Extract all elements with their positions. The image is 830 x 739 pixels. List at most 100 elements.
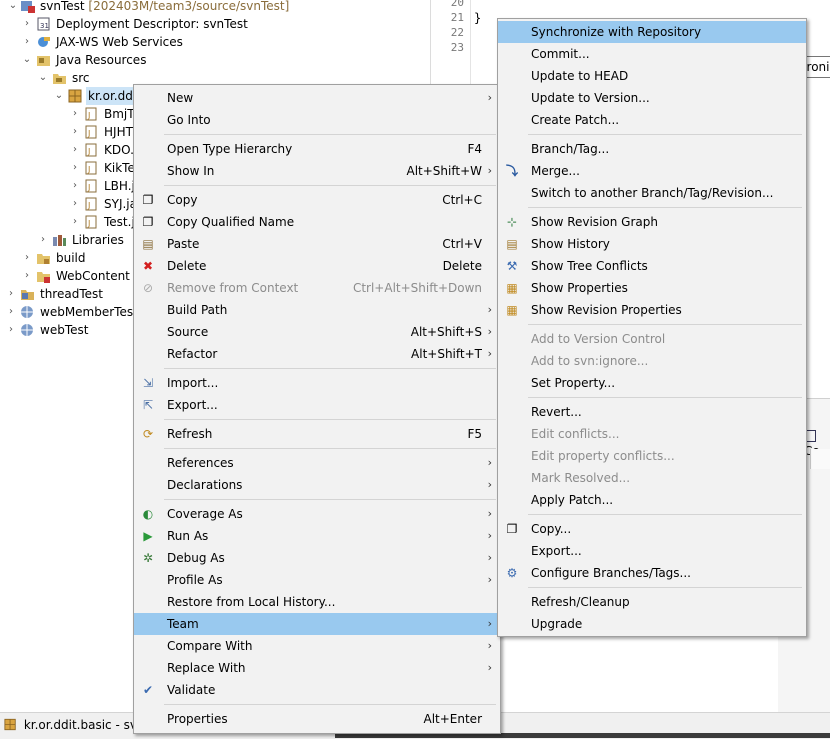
menu-validate[interactable]: ✔ Validate xyxy=(134,679,500,701)
team-revision-properties[interactable]: ▦ Show Revision Properties xyxy=(498,299,806,321)
tree-java-resources[interactable]: ⌄ Java Resources xyxy=(0,51,430,69)
menu-label: Compare With xyxy=(167,639,253,653)
team-add-svn-ignore[interactable]: Add to svn:ignore... xyxy=(498,350,806,372)
team-branch-tag[interactable]: Branch/Tag... xyxy=(498,138,806,160)
expand-toggle[interactable]: › xyxy=(70,123,80,141)
team-update-version[interactable]: Update to Version... xyxy=(498,87,806,109)
team-merge[interactable]: ⤵ Merge... xyxy=(498,160,806,182)
expand-toggle[interactable]: › xyxy=(38,231,48,249)
web-services-icon xyxy=(38,37,50,47)
menu-label: Refactor xyxy=(167,347,218,361)
menu-label: Show Properties xyxy=(531,281,628,295)
menu-remove-from-context[interactable]: ⊘ Remove from Context Ctrl+Alt+Shift+Down xyxy=(134,277,500,299)
menu-separator xyxy=(164,499,496,500)
expand-toggle[interactable]: › xyxy=(22,267,32,285)
tree-jaxws[interactable]: › JAX-WS Web Services xyxy=(0,33,430,51)
expand-toggle[interactable]: › xyxy=(22,249,32,267)
expand-toggle[interactable]: › xyxy=(70,105,80,123)
team-edit-property-conflicts[interactable]: Edit property conflicts... xyxy=(498,445,806,467)
menu-shortcut: Ctrl+Alt+Shift+Down xyxy=(352,281,482,295)
expand-toggle[interactable]: › xyxy=(70,213,80,231)
svg-text:31: 31 xyxy=(40,22,49,30)
menu-export[interactable]: ⇱ Export... xyxy=(134,394,500,416)
expand-toggle[interactable]: ⌄ xyxy=(22,51,32,69)
java-resources-icon xyxy=(37,56,50,66)
team-apply-patch[interactable]: Apply Patch... xyxy=(498,489,806,511)
team-revert[interactable]: Revert... xyxy=(498,401,806,423)
menu-copy[interactable]: ❐ Copy Ctrl+C xyxy=(134,189,500,211)
expand-toggle[interactable]: › xyxy=(70,177,80,195)
menu-build-path[interactable]: Build Path › xyxy=(134,299,500,321)
menu-paste[interactable]: ▤ Paste Ctrl+V xyxy=(134,233,500,255)
menu-new[interactable]: New › xyxy=(134,87,500,109)
context-menu: New › Go Into Open Type Hierarchy F4 Show … xyxy=(133,84,501,734)
menu-refresh[interactable]: ⟳ Refresh F5 xyxy=(134,423,500,445)
tree-label: threadTest xyxy=(40,287,103,301)
menu-declarations[interactable]: Declarations › xyxy=(134,474,500,496)
menu-label: Export... xyxy=(167,398,218,412)
menu-copy-qualified-name[interactable]: ❐ Copy Qualified Name xyxy=(134,211,500,233)
menu-open-type-hierarchy[interactable]: Open Type Hierarchy F4 xyxy=(134,138,500,160)
menu-debug-as[interactable]: ✲ Debug As › xyxy=(134,547,500,569)
team-tree-conflicts[interactable]: ⚒ Show Tree Conflicts xyxy=(498,255,806,277)
expand-toggle[interactable]: › xyxy=(6,285,16,303)
team-mark-resolved[interactable]: Mark Resolved... xyxy=(498,467,806,489)
expand-toggle[interactable]: ⌄ xyxy=(38,69,48,87)
expand-toggle[interactable]: › xyxy=(6,303,16,321)
team-create-patch[interactable]: Create Patch... xyxy=(498,109,806,131)
team-copy[interactable]: ❐ Copy... xyxy=(498,518,806,540)
menu-import[interactable]: ⇲ Import... xyxy=(134,372,500,394)
menu-label: New xyxy=(167,91,194,105)
menu-label: Show Tree Conflicts xyxy=(531,259,648,273)
expand-toggle[interactable]: ⌄ xyxy=(54,87,64,105)
team-switch[interactable]: Switch to another Branch/Tag/Revision... xyxy=(498,182,806,204)
menu-references[interactable]: References › xyxy=(134,452,500,474)
svg-text:J: J xyxy=(87,165,90,174)
lower-view-tab[interactable]: Co xyxy=(804,427,830,458)
team-show-history[interactable]: ▤ Show History xyxy=(498,233,806,255)
team-edit-conflicts[interactable]: Edit conflicts... xyxy=(498,423,806,445)
menu-team[interactable]: Team › xyxy=(134,613,500,635)
team-synchronize[interactable]: Synchronize with Repository xyxy=(498,21,806,43)
menu-shortcut: Alt+Enter xyxy=(423,712,482,726)
team-export[interactable]: Export... xyxy=(498,540,806,562)
menu-source[interactable]: Source Alt+Shift+S › xyxy=(134,321,500,343)
team-configure-branches[interactable]: ⚙ Configure Branches/Tags... xyxy=(498,562,806,584)
team-update-head[interactable]: Update to HEAD xyxy=(498,65,806,87)
tree-label: webMemberTest xyxy=(40,305,138,319)
expand-toggle[interactable]: › xyxy=(22,15,32,33)
menu-delete[interactable]: ✖ Delete Delete xyxy=(134,255,500,277)
menu-properties[interactable]: Properties Alt+Enter xyxy=(134,708,500,730)
team-revision-graph[interactable]: ⊹ Show Revision Graph xyxy=(498,211,806,233)
expand-toggle[interactable]: › xyxy=(70,141,80,159)
tree-label: LBH.j xyxy=(104,179,135,193)
menu-shortcut: Ctrl+C xyxy=(442,193,482,207)
team-upgrade[interactable]: Upgrade xyxy=(498,613,806,635)
menu-restore-local-history[interactable]: Restore from Local History... xyxy=(134,591,500,613)
debug-icon: ✲ xyxy=(142,551,154,565)
team-set-property[interactable]: Set Property... xyxy=(498,372,806,394)
menu-go-into[interactable]: Go Into xyxy=(134,109,500,131)
menu-run-as[interactable]: ▶ Run As › xyxy=(134,525,500,547)
menu-show-in[interactable]: Show In Alt+Shift+W › xyxy=(134,160,500,182)
tree-project-svntest[interactable]: ⌄ svnTest [202403M/team3/source/svnTest] xyxy=(0,0,430,15)
expand-toggle[interactable]: ⌄ xyxy=(8,0,18,15)
expand-toggle[interactable]: › xyxy=(22,33,32,51)
team-add-version-control[interactable]: Add to Version Control xyxy=(498,328,806,350)
submenu-arrow-icon: › xyxy=(487,325,492,338)
tree-label: build xyxy=(56,251,86,265)
menu-refactor[interactable]: Refactor Alt+Shift+T › xyxy=(134,343,500,365)
expand-toggle[interactable]: › xyxy=(70,195,80,213)
expand-toggle[interactable]: › xyxy=(70,159,80,177)
team-show-properties[interactable]: ▦ Show Properties xyxy=(498,277,806,299)
team-commit[interactable]: Commit... xyxy=(498,43,806,65)
coverage-icon: ◐ xyxy=(142,507,154,521)
menu-profile-as[interactable]: Profile As › xyxy=(134,569,500,591)
remove-context-icon: ⊘ xyxy=(142,281,154,295)
menu-compare-with[interactable]: Compare With › xyxy=(134,635,500,657)
expand-toggle[interactable]: › xyxy=(6,321,16,339)
menu-replace-with[interactable]: Replace With › xyxy=(134,657,500,679)
team-refresh-cleanup[interactable]: Refresh/Cleanup xyxy=(498,591,806,613)
menu-coverage-as[interactable]: ◐ Coverage As › xyxy=(134,503,500,525)
tree-deployment-descriptor[interactable]: › 31 Deployment Descriptor: svnTest xyxy=(0,15,430,33)
